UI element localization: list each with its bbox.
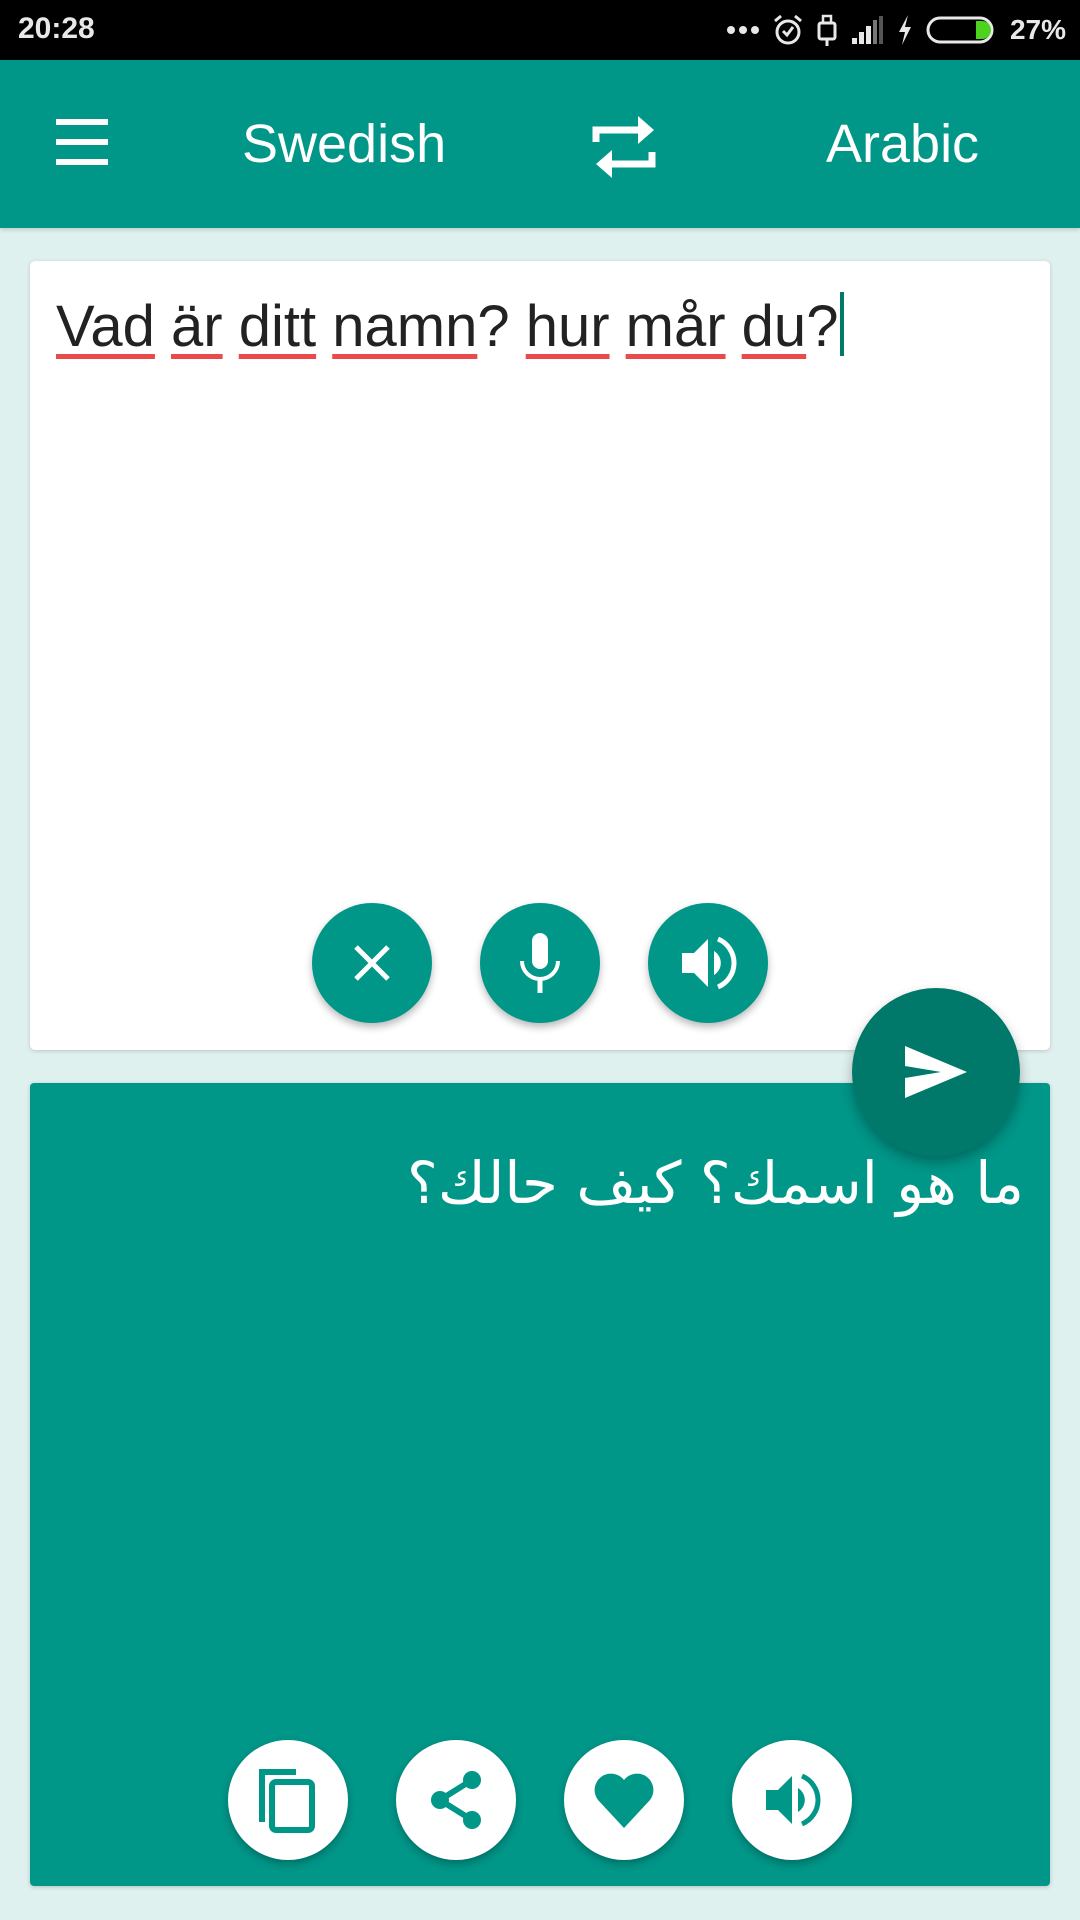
- voice-input-button[interactable]: [480, 903, 600, 1023]
- speaker-icon: [766, 1773, 821, 1827]
- source-word: är: [171, 294, 223, 359]
- battery-icon: [926, 16, 994, 44]
- speaker-icon: [682, 936, 737, 990]
- speak-translation-button[interactable]: [732, 1740, 852, 1860]
- source-word: hur: [525, 294, 610, 359]
- copy-button[interactable]: [228, 1740, 348, 1860]
- clear-button[interactable]: [312, 903, 432, 1023]
- charging-icon: [898, 15, 911, 45]
- source-word: namn: [332, 294, 478, 359]
- copy-icon: [259, 1769, 315, 1833]
- source-text-card: Vad är ditt namn? hur mår du?: [30, 261, 1050, 1050]
- share-button[interactable]: [396, 1740, 516, 1860]
- source-word: mår: [625, 294, 726, 359]
- close-icon: [354, 945, 390, 981]
- more-dots-icon: [726, 26, 759, 34]
- status-time: 20:28: [18, 12, 95, 45]
- microphone-icon: [520, 933, 560, 993]
- source-word: Vad: [56, 294, 155, 359]
- swap-languages-button[interactable]: [588, 112, 662, 182]
- heart-icon: [594, 1773, 654, 1828]
- toolbar: Swedish Arabic: [0, 60, 1080, 228]
- favorite-button[interactable]: [564, 1740, 684, 1860]
- speak-source-button[interactable]: [648, 903, 768, 1023]
- battery-percent: 27%: [1009, 14, 1066, 45]
- source-text-input[interactable]: Vad är ditt namn? hur mår du?: [56, 291, 845, 363]
- signal-icon: [851, 16, 883, 44]
- source-word: ditt: [238, 294, 317, 359]
- send-icon: [905, 1046, 967, 1098]
- share-icon: [431, 1771, 481, 1829]
- alarm-icon: [773, 14, 802, 45]
- swap-languages-icon: [592, 116, 656, 178]
- usb-icon: [817, 14, 837, 46]
- translate-button[interactable]: [852, 988, 1020, 1156]
- source-language-selector[interactable]: Swedish: [242, 110, 446, 178]
- target-language-selector[interactable]: Arabic: [826, 110, 979, 178]
- translation-card: ما هو اسمك؟ كيف حالك؟: [30, 1083, 1050, 1886]
- text-caret: [840, 292, 845, 356]
- status-icons: 27%: [726, 10, 1066, 50]
- hamburger-menu-icon[interactable]: [50, 115, 116, 173]
- source-word: du: [741, 294, 807, 359]
- status-bar: 20:28 27%: [0, 0, 1080, 60]
